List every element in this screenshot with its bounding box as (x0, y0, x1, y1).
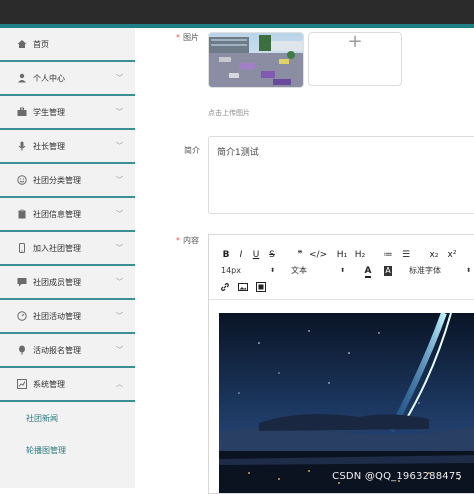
intro-textarea[interactable]: 简介1测试 (208, 136, 474, 214)
underline-button[interactable]: U (249, 247, 263, 263)
sidebar-subitem[interactable]: 社团新闻 (0, 402, 135, 434)
chevron-down-icon: ﹀ (116, 108, 123, 116)
sidebar-item-label: 活动报名管理 (33, 345, 81, 355)
chevron-up-icon: ︿ (116, 380, 123, 388)
italic-button[interactable]: I (234, 247, 248, 263)
sidebar-item-8[interactable]: 社团活动管理 ﹀ (0, 300, 135, 334)
editor-toolbar-row-3 (209, 279, 474, 295)
sidebar-item-label: 系统管理 (33, 379, 65, 389)
sidebar-item-label: 学生管理 (33, 107, 65, 117)
chevron-down-icon: ﹀ (116, 74, 123, 82)
sidebar-item-5[interactable]: 社团信息管理 ﹀ (0, 198, 135, 232)
sidebar-subitem[interactable]: 轮播图管理 (0, 434, 135, 466)
chart-icon (16, 379, 27, 390)
intro-field-label: 简介 (184, 146, 200, 155)
dashboard-icon (16, 311, 27, 322)
font-family-select[interactable]: 标准字体 ⬍ (409, 263, 471, 279)
top-bar (0, 0, 474, 28)
subscript-button[interactable]: x₂ (427, 247, 441, 263)
sidebar-item-0[interactable]: 首页 (0, 28, 135, 62)
chevron-down-icon: ﹀ (116, 278, 123, 286)
smiley-icon (16, 175, 27, 186)
heading2-button[interactable]: H₂ (353, 247, 367, 263)
code-button[interactable]: </> (309, 247, 327, 263)
upload-add-button[interactable]: + (308, 32, 402, 86)
home-icon (16, 39, 27, 50)
sidebar-item-6[interactable]: 加入社团管理 ﹀ (0, 232, 135, 266)
rich-text-editor: B I U S ❞ </> H₁ H₂ ≔ ☰ x₂ x² 14px ⬍ 文本 ⬍ A A 标准字体 ⬍ (208, 234, 474, 494)
content-field-label: * 内容 (176, 236, 199, 245)
select-arrows-icon: ⬍ (465, 267, 471, 274)
editor-toolbar-row-1: B I U S ❞ </> H₁ H₂ ≔ ☰ x₂ x² (209, 247, 474, 263)
uploaded-image-thumbnail[interactable] (208, 32, 304, 88)
editor-content-image[interactable] (219, 313, 474, 493)
background-color-button[interactable]: A (381, 263, 395, 279)
clipboard-icon (16, 209, 27, 220)
sidebar-item-label: 个人中心 (33, 73, 65, 83)
sidebar-menu: 首页 个人中心 ﹀ 学生管理 ﹀ 社长管理 ﹀ 社团分类管理 ﹀ 社团信息管理 ﹀ 加入社团管理 ﹀ 社团… (0, 28, 135, 402)
font-color-button[interactable]: A (361, 263, 375, 279)
upload-tip: 点击上传图片 (208, 109, 250, 117)
sidebar: 首页 个人中心 ﹀ 学生管理 ﹀ 社长管理 ﹀ 社团分类管理 ﹀ 社团信息管理 ﹀ 加入社团管理 ﹀ 社团… (0, 28, 135, 488)
image-icon[interactable] (237, 279, 249, 295)
chevron-down-icon: ﹀ (116, 244, 123, 252)
phone-icon (16, 243, 27, 254)
font-size-select[interactable]: 14px ⬍ (221, 263, 275, 279)
chat-icon (16, 277, 27, 288)
background-color-icon: A (384, 266, 392, 276)
ordered-list-button[interactable]: ≔ (381, 247, 395, 263)
main-form: * 图片 + 点击上传图片 简介 简介1测试 * 内容 B I U S ❞ </… (150, 28, 474, 494)
sidebar-item-9[interactable]: 活动报名管理 ﹀ (0, 334, 135, 368)
sidebar-item-label: 加入社团管理 (33, 243, 81, 253)
image-field-label: * 图片 (176, 33, 199, 42)
sidebar-item-label: 社团活动管理 (33, 311, 81, 321)
video-icon[interactable] (255, 279, 267, 295)
user-icon (16, 73, 27, 84)
balloon-icon (16, 345, 27, 356)
heading1-button[interactable]: H₁ (335, 247, 349, 263)
editor-toolbar-row-2: 14px ⬍ 文本 ⬍ A A 标准字体 ⬍ (209, 263, 474, 279)
sidebar-item-1[interactable]: 个人中心 ﹀ (0, 62, 135, 96)
microphone-icon (16, 141, 27, 152)
block-type-select[interactable]: 文本 ⬍ (291, 263, 345, 279)
strikethrough-button[interactable]: S (265, 247, 279, 263)
sidebar-item-label: 首页 (33, 39, 49, 49)
select-arrows-icon: ⬍ (269, 267, 275, 274)
plus-icon: + (347, 31, 363, 52)
required-mark: * (176, 33, 180, 42)
sidebar-item-label: 社团成员管理 (33, 277, 81, 287)
sidebar-item-label: 社长管理 (33, 141, 65, 151)
bold-button[interactable]: B (219, 247, 233, 263)
sidebar-item-4[interactable]: 社团分类管理 ﹀ (0, 164, 135, 198)
select-arrows-icon: ⬍ (339, 267, 345, 274)
chevron-down-icon: ﹀ (116, 210, 123, 218)
sidebar-item-label: 社团分类管理 (33, 175, 81, 185)
sidebar-item-10[interactable]: 系统管理 ︿ (0, 368, 135, 402)
briefcase-icon (16, 107, 27, 118)
quote-button[interactable]: ❞ (293, 247, 307, 263)
sidebar-item-7[interactable]: 社团成员管理 ﹀ (0, 266, 135, 300)
chevron-down-icon: ﹀ (116, 176, 123, 184)
chevron-down-icon: ﹀ (116, 142, 123, 150)
superscript-button[interactable]: x² (445, 247, 459, 263)
chevron-down-icon: ﹀ (116, 346, 123, 354)
sidebar-item-label: 社团信息管理 (33, 209, 81, 219)
bullet-list-button[interactable]: ☰ (399, 247, 413, 263)
sidebar-submenu: 社团新闻 轮播图管理 (0, 402, 135, 466)
sidebar-item-3[interactable]: 社长管理 ﹀ (0, 130, 135, 164)
link-icon[interactable] (219, 279, 231, 295)
toolbar-divider (209, 299, 474, 300)
csdn-watermark: CSDN @QQ_1963288475 (332, 471, 462, 482)
chevron-down-icon: ﹀ (116, 312, 123, 320)
sidebar-item-2[interactable]: 学生管理 ﹀ (0, 96, 135, 130)
font-color-icon: A (364, 266, 372, 278)
